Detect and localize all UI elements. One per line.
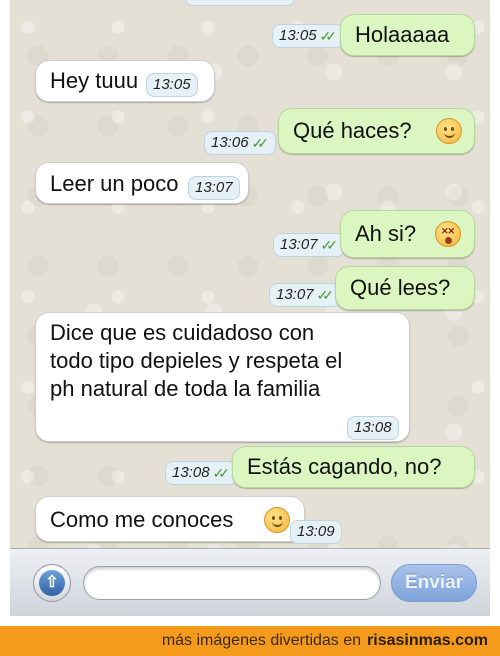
message-text: Qué lees? (350, 275, 451, 300)
footer-text: más imágenes divertidas en (161, 632, 362, 649)
message-text: Ah si? (355, 221, 417, 246)
message-text: Leer un poco (50, 171, 179, 196)
message-text: Hey tuuu (50, 68, 139, 93)
camera-arrow-icon: ⇧ (39, 570, 65, 596)
message-timestamp: 13:05 (146, 73, 198, 97)
smile-emoji-icon (436, 118, 462, 144)
message-timestamp: 13:07 (188, 176, 240, 200)
read-ticks-icon: ✓✓ (319, 28, 338, 44)
message-timestamp: 13:06 ✓✓ (204, 131, 277, 155)
footer-brand[interactable]: risasinmas.com (367, 632, 488, 650)
read-ticks-icon: ✓✓ (316, 287, 335, 303)
message-timestamp: 13:07 ✓✓ (273, 233, 346, 257)
message-input[interactable] (83, 566, 381, 600)
message-bubble-outgoing[interactable]: Estás cagando, no? (232, 446, 475, 488)
message-bubble-outgoing[interactable]: Qué haces? (278, 108, 475, 154)
message-timestamp: 13:08 ✓✓ (165, 461, 238, 485)
message-text: Como me conoces (50, 507, 234, 532)
blush-emoji-icon (264, 507, 290, 533)
attach-button[interactable]: ⇧ (33, 564, 71, 602)
dizzy-face-emoji-icon: ✕ ✕ (435, 221, 461, 247)
message-text: Qué haces? (293, 118, 412, 143)
read-ticks-icon: ✓✓ (251, 135, 270, 151)
send-button[interactable]: Enviar (391, 564, 477, 602)
watermark-footer: más imágenes divertidas en risasinmas.co… (0, 626, 500, 656)
read-ticks-icon: ✓✓ (212, 465, 231, 481)
previous-timestamp-fragment (185, 0, 295, 6)
message-composer: ⇧ Enviar (10, 548, 490, 616)
chat-area[interactable]: 13:05 ✓✓ Holaaaaa Hey tuuu 13:05 13:06 ✓✓ … (10, 0, 490, 548)
message-bubble-incoming[interactable]: Como me conoces (35, 496, 305, 542)
message-bubble-outgoing[interactable]: Holaaaaa (340, 14, 475, 56)
message-text: Holaaaaa (355, 22, 450, 47)
message-bubble-outgoing[interactable]: Ah si? ✕ ✕ (340, 210, 475, 258)
message-text: Estás cagando, no? (247, 454, 442, 479)
message-timestamp: 13:09 (290, 520, 342, 544)
message-timestamp: 13:05 ✓✓ (272, 24, 345, 48)
message-timestamp: 13:07 ✓✓ (269, 283, 342, 307)
message-text: Dice que es cuidadoso con todo tipo depi… (50, 320, 343, 401)
message-bubble-outgoing[interactable]: Qué lees? (335, 266, 475, 310)
message-timestamp: 13:08 (347, 416, 399, 440)
read-ticks-icon: ✓✓ (320, 237, 339, 253)
